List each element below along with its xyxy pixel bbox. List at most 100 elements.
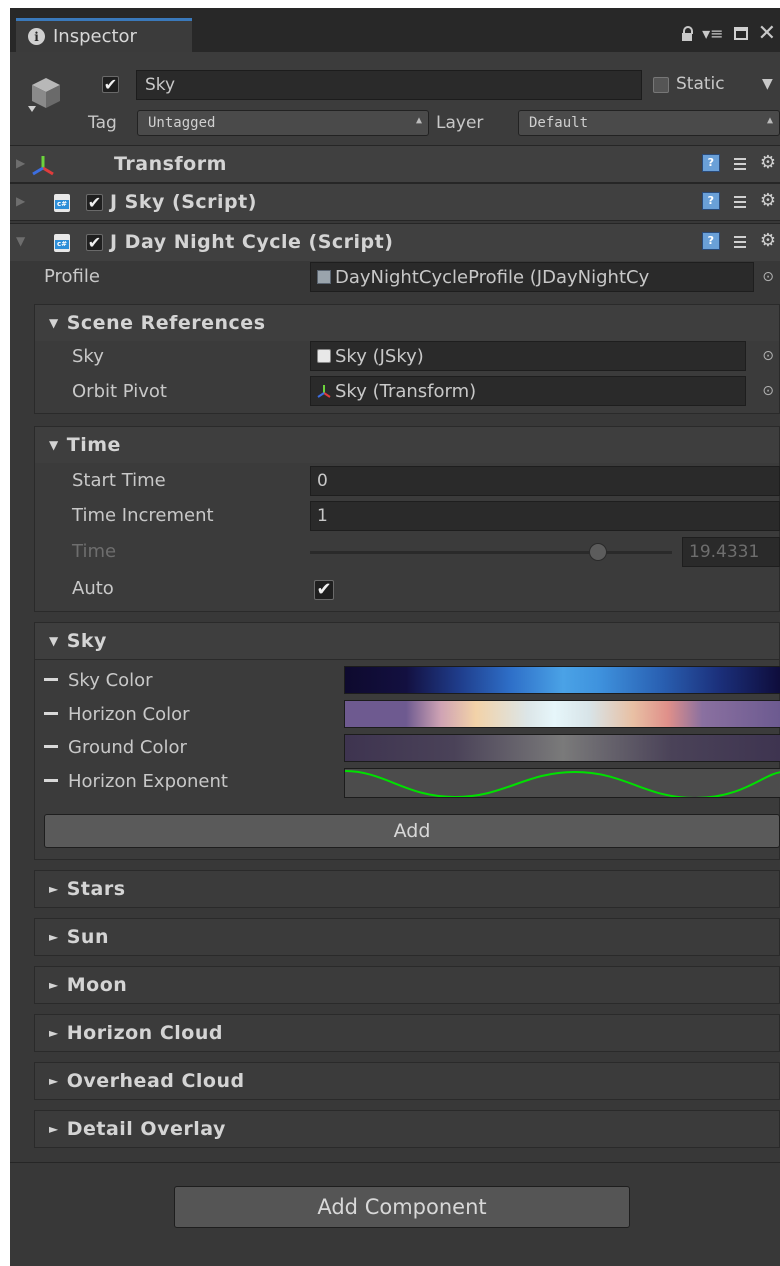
object-picker-icon[interactable]: ⊙ [762, 269, 774, 285]
help-book-icon[interactable]: ? [701, 232, 720, 250]
gameobject-cube-icon [28, 78, 60, 112]
sun-title: ► Sun [49, 926, 109, 948]
menu-icon[interactable]: ▾≡ [702, 24, 723, 43]
scene-references-header[interactable]: ▼ Scene References [35, 305, 779, 341]
gear-icon[interactable]: ⚙ [760, 232, 776, 250]
inspector-window: i Inspector ▾≡ ✕ ✔ Sky Static ▼ Tag Unta… [10, 8, 780, 1266]
remove-dash-icon[interactable] [44, 678, 58, 681]
sun-group[interactable]: ► Sun [34, 918, 780, 956]
sky-header[interactable]: ▼ Sky [35, 623, 779, 660]
sky-ref-object-field[interactable]: Sky (JSky) [310, 341, 746, 371]
object-picker-icon[interactable]: ⊙ [762, 348, 774, 364]
transform-axes-icon [32, 156, 54, 176]
add-button[interactable]: Add [44, 814, 780, 848]
foldout-arrow-icon: ► [49, 930, 59, 944]
help-book-icon[interactable]: ? [701, 154, 720, 172]
tag-value: Untagged [148, 115, 216, 131]
horizon-exponent-curve[interactable] [344, 768, 780, 798]
tab-inspector[interactable]: i Inspector [16, 18, 192, 52]
horizon-cloud-title: ► Horizon Cloud [49, 1022, 223, 1044]
overhead-cloud-group[interactable]: ► Overhead Cloud [34, 1062, 780, 1100]
lock-icon[interactable] [682, 25, 694, 41]
window-controls: ▾≡ ✕ [682, 21, 776, 46]
time-header[interactable]: ▼ Time [35, 427, 779, 463]
foldout-arrow-icon: ► [49, 1026, 59, 1040]
scene-references-title: ▼ Scene References [49, 312, 266, 334]
dropdown-arrows-icon: ▲ [766, 115, 773, 126]
help-book-icon[interactable]: ? [701, 192, 720, 210]
foldout-arrow-icon: ► [49, 1074, 59, 1088]
static-checkbox[interactable] [653, 77, 669, 93]
ground-color-label: Ground Color [44, 737, 187, 758]
foldout-arrow-icon[interactable]: ▶ [16, 194, 25, 208]
static-dropdown-arrow-icon[interactable]: ▼ [762, 76, 773, 92]
tag-label: Tag [88, 113, 117, 133]
maximize-icon[interactable] [733, 27, 748, 40]
gameobject-name-input[interactable]: Sky [136, 70, 642, 100]
time-increment-input[interactable]: 1 [310, 501, 780, 531]
time-label: Time [72, 541, 117, 562]
moon-group[interactable]: ► Moon [34, 966, 780, 1004]
jsky-enabled-checkbox[interactable]: ✔ [86, 194, 103, 211]
foldout-arrow-icon: ▼ [49, 438, 59, 452]
component-daynight-header[interactable]: ▼ ✔ J Day Night Cycle (Script) ? ⚙ [10, 223, 780, 261]
layer-label: Layer [436, 113, 484, 133]
info-icon: i [28, 28, 45, 45]
presets-icon[interactable] [732, 233, 748, 249]
tab-bar: i Inspector ▾≡ ✕ [10, 8, 780, 52]
presets-icon[interactable] [732, 155, 748, 171]
profile-object-field[interactable]: DayNightCycleProfile (JDayNightCy [310, 262, 754, 292]
presets-icon[interactable] [732, 193, 748, 209]
start-time-input[interactable]: 0 [310, 466, 780, 496]
sky-title: ▼ Sky [49, 630, 107, 652]
sky-color-gradient[interactable] [344, 666, 780, 694]
foldout-arrow-icon: ► [49, 882, 59, 896]
time-slider-track[interactable] [310, 551, 672, 554]
tag-dropdown[interactable]: Untagged ▲ [137, 110, 429, 136]
horizon-color-gradient[interactable] [344, 700, 780, 728]
detail-overlay-title: ► Detail Overlay [49, 1118, 226, 1140]
orbit-pivot-object-field[interactable]: Sky (Transform) [310, 376, 746, 406]
horizon-cloud-group[interactable]: ► Horizon Cloud [34, 1014, 780, 1052]
component-transform-header[interactable]: ▶ Transform ? ⚙ [10, 145, 780, 183]
time-slider-thumb[interactable] [588, 543, 607, 561]
layer-value: Default [529, 115, 589, 131]
time-increment-label: Time Increment [72, 505, 214, 526]
sky-ref-label: Sky [72, 346, 104, 367]
gear-icon[interactable]: ⚙ [760, 154, 776, 172]
orbit-pivot-label: Orbit Pivot [72, 381, 167, 402]
time-increment-value: 1 [317, 506, 328, 526]
layer-dropdown[interactable]: Default ▲ [518, 110, 780, 136]
remove-dash-icon[interactable] [44, 712, 58, 715]
stars-group[interactable]: ► Stars [34, 870, 780, 908]
remove-dash-icon[interactable] [44, 779, 58, 782]
auto-checkbox[interactable]: ✔ [314, 580, 334, 600]
foldout-arrow-icon[interactable]: ▼ [16, 234, 25, 248]
gameobject-header: ✔ Sky Static ▼ Tag Untagged ▲ Layer Defa… [10, 52, 780, 149]
foldout-arrow-icon[interactable]: ▶ [16, 156, 25, 170]
sky-color-label: Sky Color [44, 670, 153, 691]
sky-ref-value: Sky (JSky) [335, 345, 424, 367]
start-time-value: 0 [317, 471, 328, 491]
profile-label: Profile [44, 266, 100, 287]
time-value: 19.4331 [689, 542, 760, 562]
time-title: ▼ Time [49, 434, 121, 456]
foldout-arrow-icon: ▼ [49, 634, 59, 648]
horizon-exponent-label: Horizon Exponent [44, 771, 228, 792]
curve-line [345, 770, 780, 797]
csharp-script-icon [54, 234, 70, 252]
orbit-pivot-value: Sky (Transform) [335, 380, 477, 402]
daynight-enabled-checkbox[interactable]: ✔ [86, 234, 103, 251]
ground-color-gradient[interactable] [344, 734, 780, 762]
add-component-button[interactable]: Add Component [174, 1186, 630, 1228]
foldout-arrow-icon: ► [49, 978, 59, 992]
remove-dash-icon[interactable] [44, 745, 58, 748]
foldout-arrow-icon: ▼ [49, 316, 59, 330]
detail-overlay-group[interactable]: ► Detail Overlay [34, 1110, 780, 1148]
component-jsky-header[interactable]: ▶ ✔ J Sky (Script) ? ⚙ [10, 183, 780, 221]
active-checkbox[interactable]: ✔ [102, 76, 119, 93]
daynight-title: J Day Night Cycle (Script) [110, 231, 394, 253]
gear-icon[interactable]: ⚙ [760, 192, 776, 210]
object-picker-icon[interactable]: ⊙ [762, 383, 774, 399]
close-icon[interactable]: ✕ [758, 21, 776, 46]
